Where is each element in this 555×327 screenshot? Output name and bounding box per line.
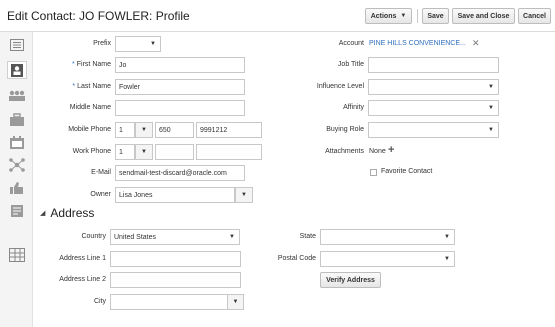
middle-name-input[interactable] xyxy=(115,100,245,116)
verify-address-button[interactable]: Verify Address xyxy=(320,272,381,288)
required-indicator: * xyxy=(72,61,75,68)
affinity-label: Affinity xyxy=(343,104,364,111)
sidebar xyxy=(0,32,33,327)
last-name-label-text: Last Name xyxy=(77,83,111,90)
mobile-phone-label: Mobile Phone xyxy=(68,126,111,133)
job-title-label: Job Title xyxy=(337,61,364,68)
required-indicator: * xyxy=(72,83,76,90)
work-phone-label: Work Phone xyxy=(72,148,111,155)
network-icon[interactable] xyxy=(7,156,27,174)
collapse-triangle-icon: ◢ xyxy=(40,210,46,217)
chevron-down-icon: ▼ xyxy=(444,256,450,262)
mobile-phone-number-input[interactable]: 9991212 xyxy=(196,122,262,138)
state-label: State xyxy=(299,233,316,240)
last-name-input[interactable]: Fowler xyxy=(115,79,245,95)
affinity-select[interactable]: ▼ xyxy=(368,100,499,116)
contact-card-icon[interactable] xyxy=(7,61,27,79)
country-value: United States xyxy=(114,233,157,241)
notes-icon[interactable] xyxy=(7,202,27,220)
favorite-contact-checkbox[interactable] xyxy=(370,169,377,176)
buying-role-select[interactable]: ▼ xyxy=(368,122,499,138)
first-name-input[interactable]: Jo xyxy=(115,57,245,73)
postal-code-label: Postal Code xyxy=(277,255,316,262)
account-label: Account xyxy=(338,40,364,47)
people-icon[interactable] xyxy=(7,87,27,105)
country-label: Country xyxy=(81,233,106,240)
chevron-down-icon: ▼ xyxy=(229,234,235,240)
buying-role-label: Buying Role xyxy=(326,126,364,133)
owner-input[interactable]: Lisa Jones xyxy=(115,187,235,203)
mobile-phone-area-input[interactable]: 650 xyxy=(155,122,194,138)
city-label: City xyxy=(93,298,106,305)
save-and-close-button[interactable]: Save and Close xyxy=(452,8,515,24)
owner-label: Owner xyxy=(90,191,111,198)
prefix-label: Prefix xyxy=(93,40,111,47)
attachments-label: Attachments xyxy=(325,148,364,155)
chevron-down-icon[interactable]: ▼ xyxy=(227,294,244,310)
middle-name-label: Middle Name xyxy=(69,104,111,111)
chevron-down-icon[interactable]: ▼ xyxy=(135,144,153,160)
list-icon[interactable] xyxy=(7,36,27,54)
state-select[interactable]: ▼ xyxy=(320,229,455,245)
address-line-1-input[interactable] xyxy=(110,251,241,267)
chevron-down-icon: ▼ xyxy=(488,105,494,111)
briefcase-icon[interactable] xyxy=(7,111,27,129)
actions-label: Actions xyxy=(370,12,397,20)
page-title: Edit Contact: JO FOWLER: Profile xyxy=(7,9,190,23)
table-icon[interactable] xyxy=(7,246,27,264)
actions-menu-button[interactable]: Actions ▼ xyxy=(365,8,412,24)
chevron-down-icon[interactable]: ▼ xyxy=(135,122,153,138)
favorite-contact-label: Favorite Contact xyxy=(381,168,433,175)
calendar-icon[interactable] xyxy=(7,134,27,152)
mobile-phone-country-input[interactable]: 1 xyxy=(115,122,135,138)
chevron-down-icon: ▼ xyxy=(488,84,494,90)
country-select[interactable]: United States ▼ xyxy=(110,229,240,245)
first-name-label: * First Name xyxy=(72,61,111,68)
chevron-down-icon: ▼ xyxy=(400,13,407,19)
chevron-down-icon: ▼ xyxy=(488,127,494,133)
work-phone-number-input[interactable] xyxy=(196,144,262,160)
postal-code-select[interactable]: ▼ xyxy=(320,251,455,267)
influence-level-select[interactable]: ▼ xyxy=(368,79,499,95)
page-header: Edit Contact: JO FOWLER: Profile Actions… xyxy=(0,0,555,32)
account-link[interactable]: PINE HILLS CONVENIENCE... xyxy=(369,40,466,47)
close-icon[interactable]: ✕ xyxy=(472,39,480,48)
email-label: E-Mail xyxy=(91,169,111,176)
attachments-value: None xyxy=(369,148,386,155)
thumbs-up-icon[interactable] xyxy=(7,179,27,197)
address-line-2-label: Address Line 2 xyxy=(59,276,106,283)
toolbar-divider xyxy=(417,9,418,23)
address-line-2-input[interactable] xyxy=(110,272,241,288)
influence-level-label: Influence Level xyxy=(316,83,364,90)
chevron-down-icon: ▼ xyxy=(150,41,156,47)
chevron-down-icon[interactable]: ▼ xyxy=(235,187,253,203)
work-phone-area-input[interactable] xyxy=(155,144,194,160)
work-phone-country-input[interactable]: 1 xyxy=(115,144,135,160)
city-input[interactable] xyxy=(110,294,228,310)
last-name-label: * Last Name xyxy=(72,83,111,90)
job-title-input[interactable] xyxy=(368,57,499,73)
add-icon[interactable]: + xyxy=(388,145,394,156)
save-button[interactable]: Save xyxy=(422,8,449,24)
chevron-down-icon: ▼ xyxy=(444,234,450,240)
address-section-title: Address xyxy=(50,206,95,220)
first-name-label-text: First Name xyxy=(76,61,111,68)
email-input[interactable]: sendmail-test-discard@oracle.com xyxy=(115,165,245,181)
address-line-1-label: Address Line 1 xyxy=(59,255,106,262)
prefix-select[interactable]: ▼ xyxy=(115,36,161,52)
cancel-button[interactable]: Cancel xyxy=(518,8,551,24)
address-section-header[interactable]: ◢ Address xyxy=(40,206,94,220)
